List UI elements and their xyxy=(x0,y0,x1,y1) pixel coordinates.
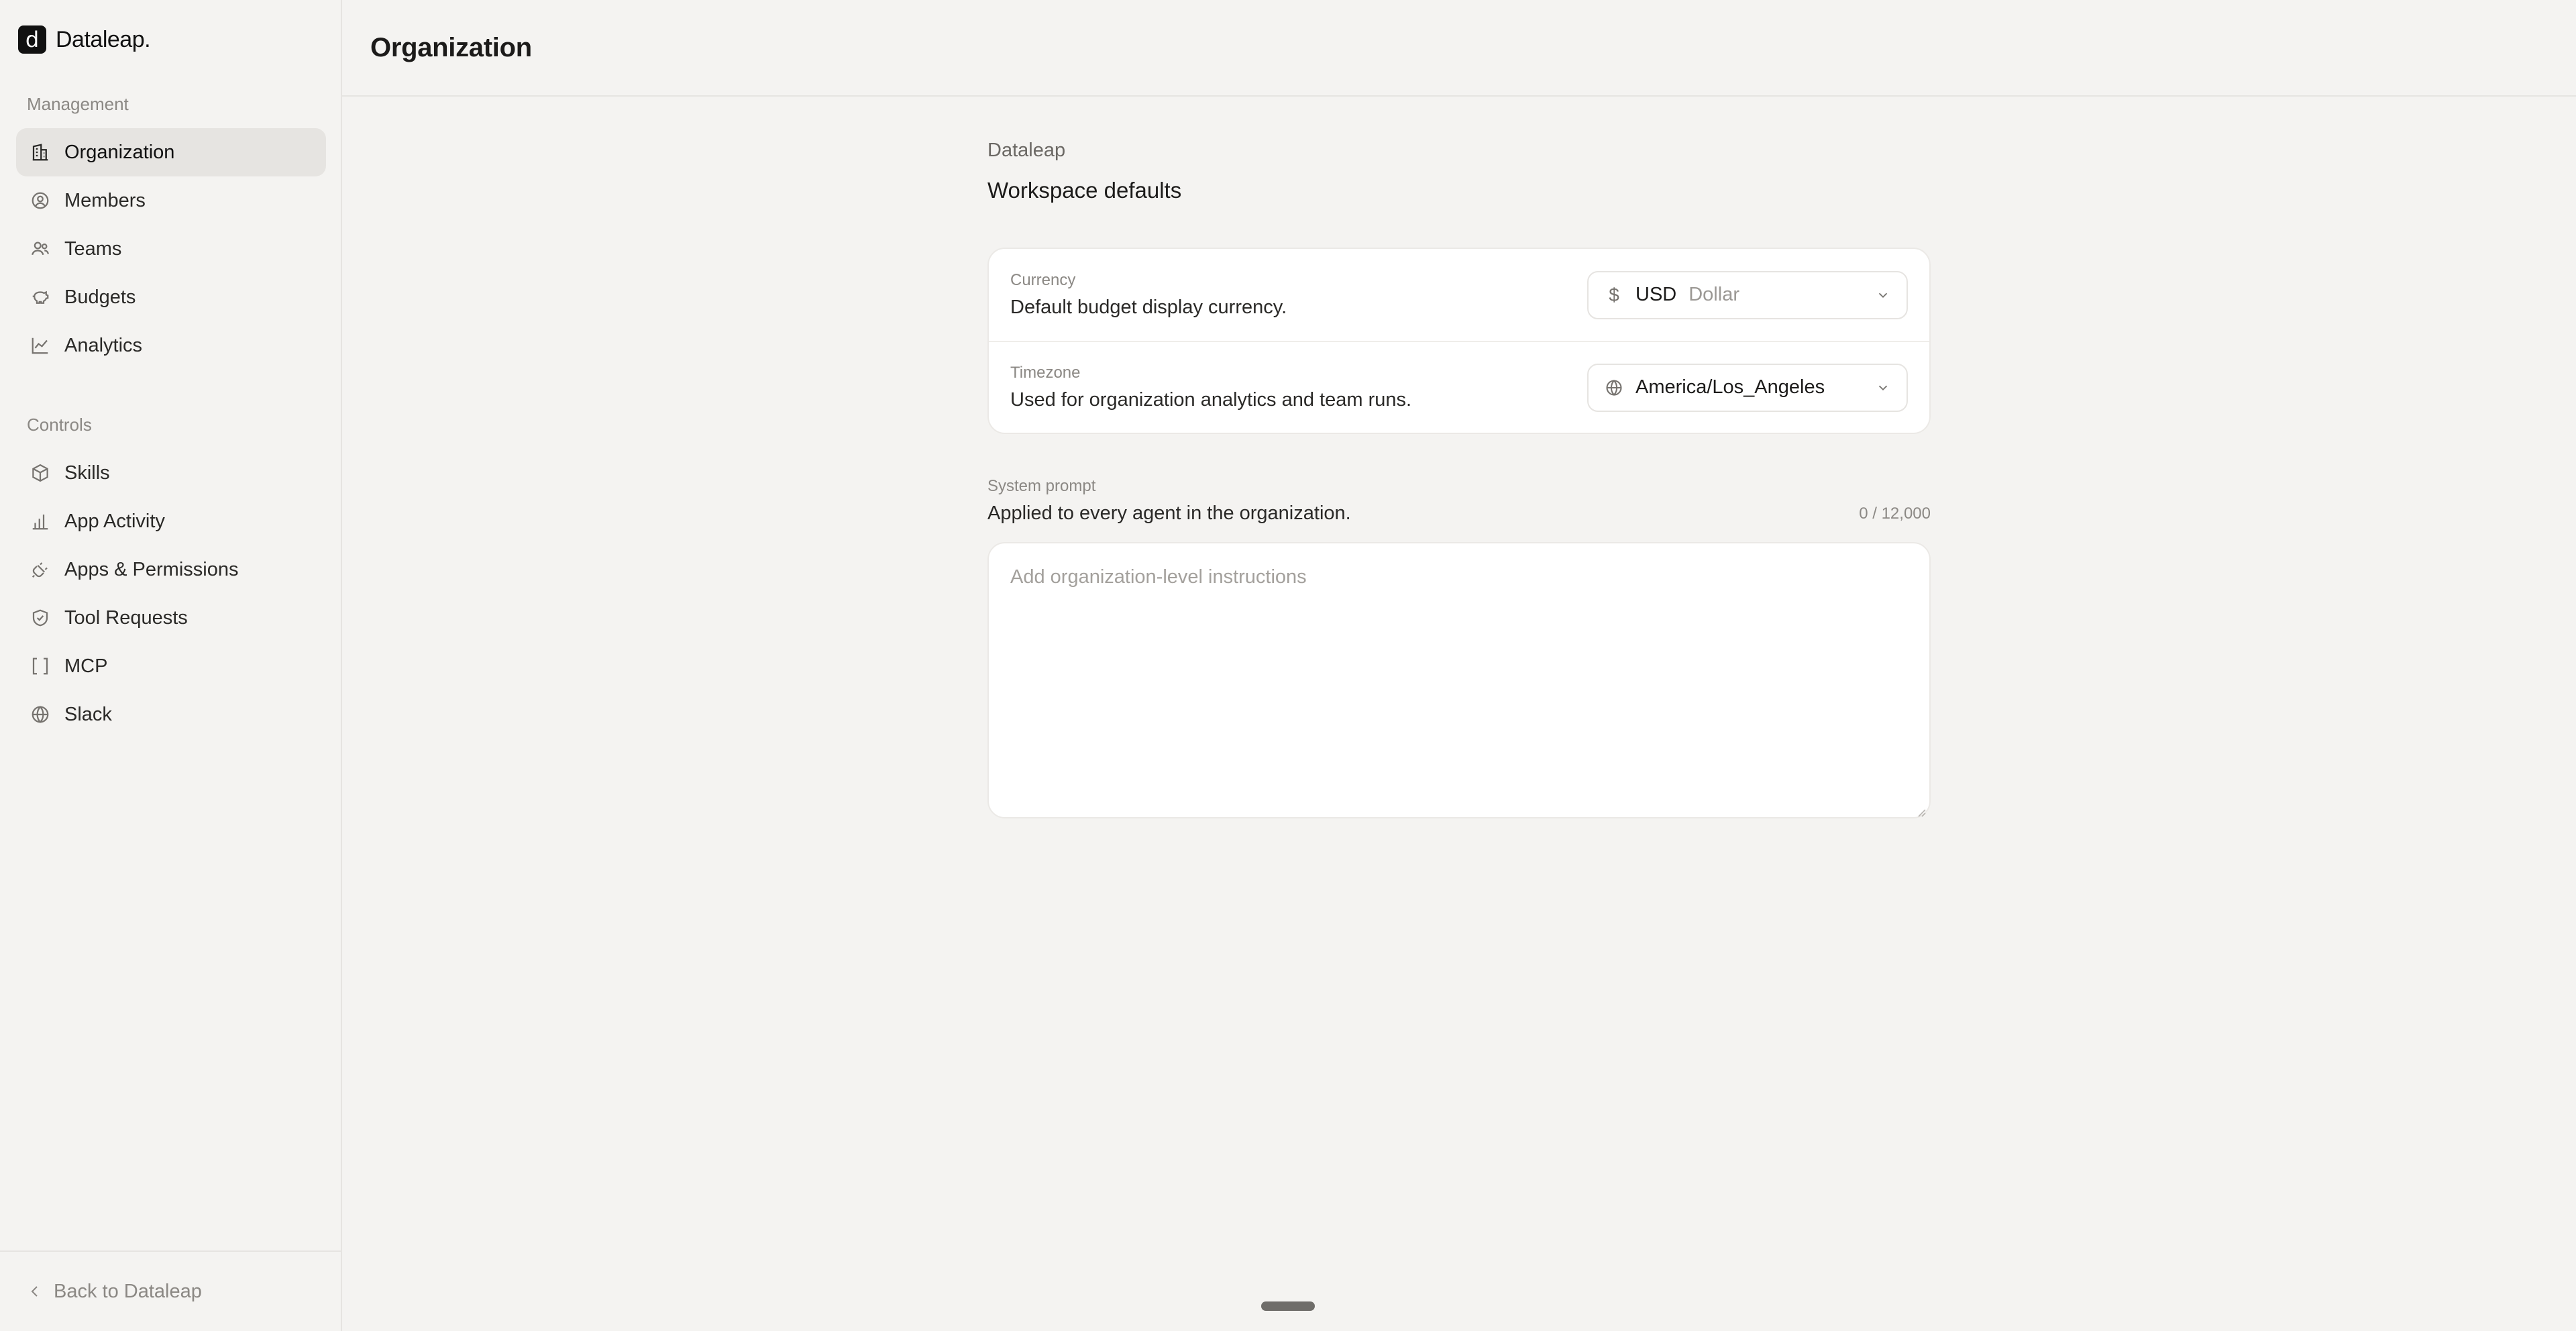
app-window: d Dataleap. Management Organization Memb… xyxy=(0,0,2576,1331)
sidebar-item-label: Organization xyxy=(64,141,175,163)
system-prompt-textarea[interactable] xyxy=(987,542,1931,818)
sidebar-item-budgets[interactable]: Budgets xyxy=(16,273,326,321)
section-label-controls: Controls xyxy=(27,415,92,435)
dollar-icon: $ xyxy=(1609,284,1619,305)
chevron-left-icon xyxy=(27,1283,43,1299)
section-title: Workspace defaults xyxy=(987,178,1182,203)
main-panel: Organization Dataleap Workspace defaults… xyxy=(342,0,2576,1331)
timezone-description: Used for organization analytics and team… xyxy=(1010,389,1412,411)
sidebar-item-label: Apps & Permissions xyxy=(64,558,239,580)
sidebar-item-mcp[interactable]: MCP xyxy=(16,642,326,690)
resize-grip-icon[interactable] xyxy=(1915,806,1927,818)
sidebar-item-slack[interactable]: Slack xyxy=(16,690,326,739)
timezone-value: America/Los_Angeles xyxy=(1635,376,1825,398)
sidebar-item-label: Slack xyxy=(64,703,112,725)
character-counter: 0 / 12,000 xyxy=(1859,504,1931,523)
brand-name: Dataleap. xyxy=(56,26,151,52)
system-prompt-text: System prompt Applied to every agent in … xyxy=(987,477,1351,525)
timezone-select[interactable]: America/Los_Angeles xyxy=(1587,363,1908,412)
sidebar-item-organization[interactable]: Organization xyxy=(16,128,326,176)
currency-select[interactable]: $ USD Dollar xyxy=(1587,270,1908,319)
sidebar-item-label: Tool Requests xyxy=(64,606,188,629)
sidebar: d Dataleap. Management Organization Memb… xyxy=(0,0,342,1331)
currency-label: Currency xyxy=(1010,271,1076,289)
back-to-dataleap-link[interactable]: Back to Dataleap xyxy=(0,1250,341,1331)
timezone-row: Timezone Used for organization analytics… xyxy=(989,341,1929,433)
globe-icon xyxy=(30,704,51,725)
sidebar-item-tool-requests[interactable]: Tool Requests xyxy=(16,594,326,642)
sidebar-item-teams[interactable]: Teams xyxy=(16,225,326,273)
shield-check-icon xyxy=(30,607,51,629)
page-title: Organization xyxy=(370,32,532,62)
timezone-text: Timezone Used for organization analytics… xyxy=(1010,364,1411,411)
section-label-management: Management xyxy=(27,94,129,114)
sidebar-item-label: Teams xyxy=(64,237,122,260)
currency-code: USD xyxy=(1635,284,1677,305)
system-prompt-header: System prompt Applied to every agent in … xyxy=(987,477,1931,525)
chevron-down-icon xyxy=(1876,288,1890,303)
sidebar-item-apps-permissions[interactable]: Apps & Permissions xyxy=(16,545,326,594)
brackets-icon xyxy=(30,655,51,677)
sidebar-item-label: Members xyxy=(64,189,146,211)
sidebar-item-label: Budgets xyxy=(64,286,136,308)
sidebar-item-analytics[interactable]: Analytics xyxy=(16,321,326,370)
cube-icon xyxy=(30,462,51,484)
plug-icon xyxy=(30,559,51,580)
workspace-defaults-card: Currency Default budget display currency… xyxy=(987,248,1931,434)
bottom-drag-handle[interactable] xyxy=(1261,1301,1315,1311)
building-icon xyxy=(30,142,51,163)
bar-chart-icon xyxy=(30,511,51,532)
user-circle-icon xyxy=(30,190,51,211)
sidebar-item-label: Analytics xyxy=(64,334,143,356)
users-icon xyxy=(30,238,51,260)
sidebar-item-skills[interactable]: Skills xyxy=(16,449,326,497)
topbar: Organization xyxy=(342,0,2576,97)
sidebar-item-label: Skills xyxy=(64,462,110,484)
piggy-bank-icon xyxy=(30,286,51,308)
currency-description: Default budget display currency. xyxy=(1010,297,1287,318)
brand-mark-icon: d xyxy=(18,25,46,54)
brand-logo[interactable]: d Dataleap. xyxy=(18,25,151,54)
system-prompt-label: System prompt xyxy=(987,477,1096,495)
sidebar-item-label: MCP xyxy=(64,655,108,677)
system-prompt-wrapper xyxy=(987,525,1931,822)
currency-name: Dollar xyxy=(1688,284,1739,305)
system-prompt-description: Applied to every agent in the organizati… xyxy=(987,502,1351,524)
currency-row: Currency Default budget display currency… xyxy=(989,249,1929,341)
timezone-label: Timezone xyxy=(1010,364,1081,382)
settings-content: Dataleap Workspace defaults Currency Def… xyxy=(987,140,1931,822)
back-link-label: Back to Dataleap xyxy=(54,1280,202,1302)
sidebar-item-app-activity[interactable]: App Activity xyxy=(16,497,326,545)
org-name: Dataleap xyxy=(987,140,1066,161)
currency-text: Currency Default budget display currency… xyxy=(1010,271,1287,319)
chevron-down-icon xyxy=(1876,380,1890,395)
sidebar-item-label: App Activity xyxy=(64,510,165,532)
line-chart-icon xyxy=(30,335,51,356)
globe-icon xyxy=(1605,378,1623,397)
management-nav: Organization Members Teams Budgets Analy… xyxy=(16,128,326,370)
controls-nav: Skills App Activity Apps & Permissions T… xyxy=(16,449,326,739)
sidebar-item-members[interactable]: Members xyxy=(16,176,326,225)
